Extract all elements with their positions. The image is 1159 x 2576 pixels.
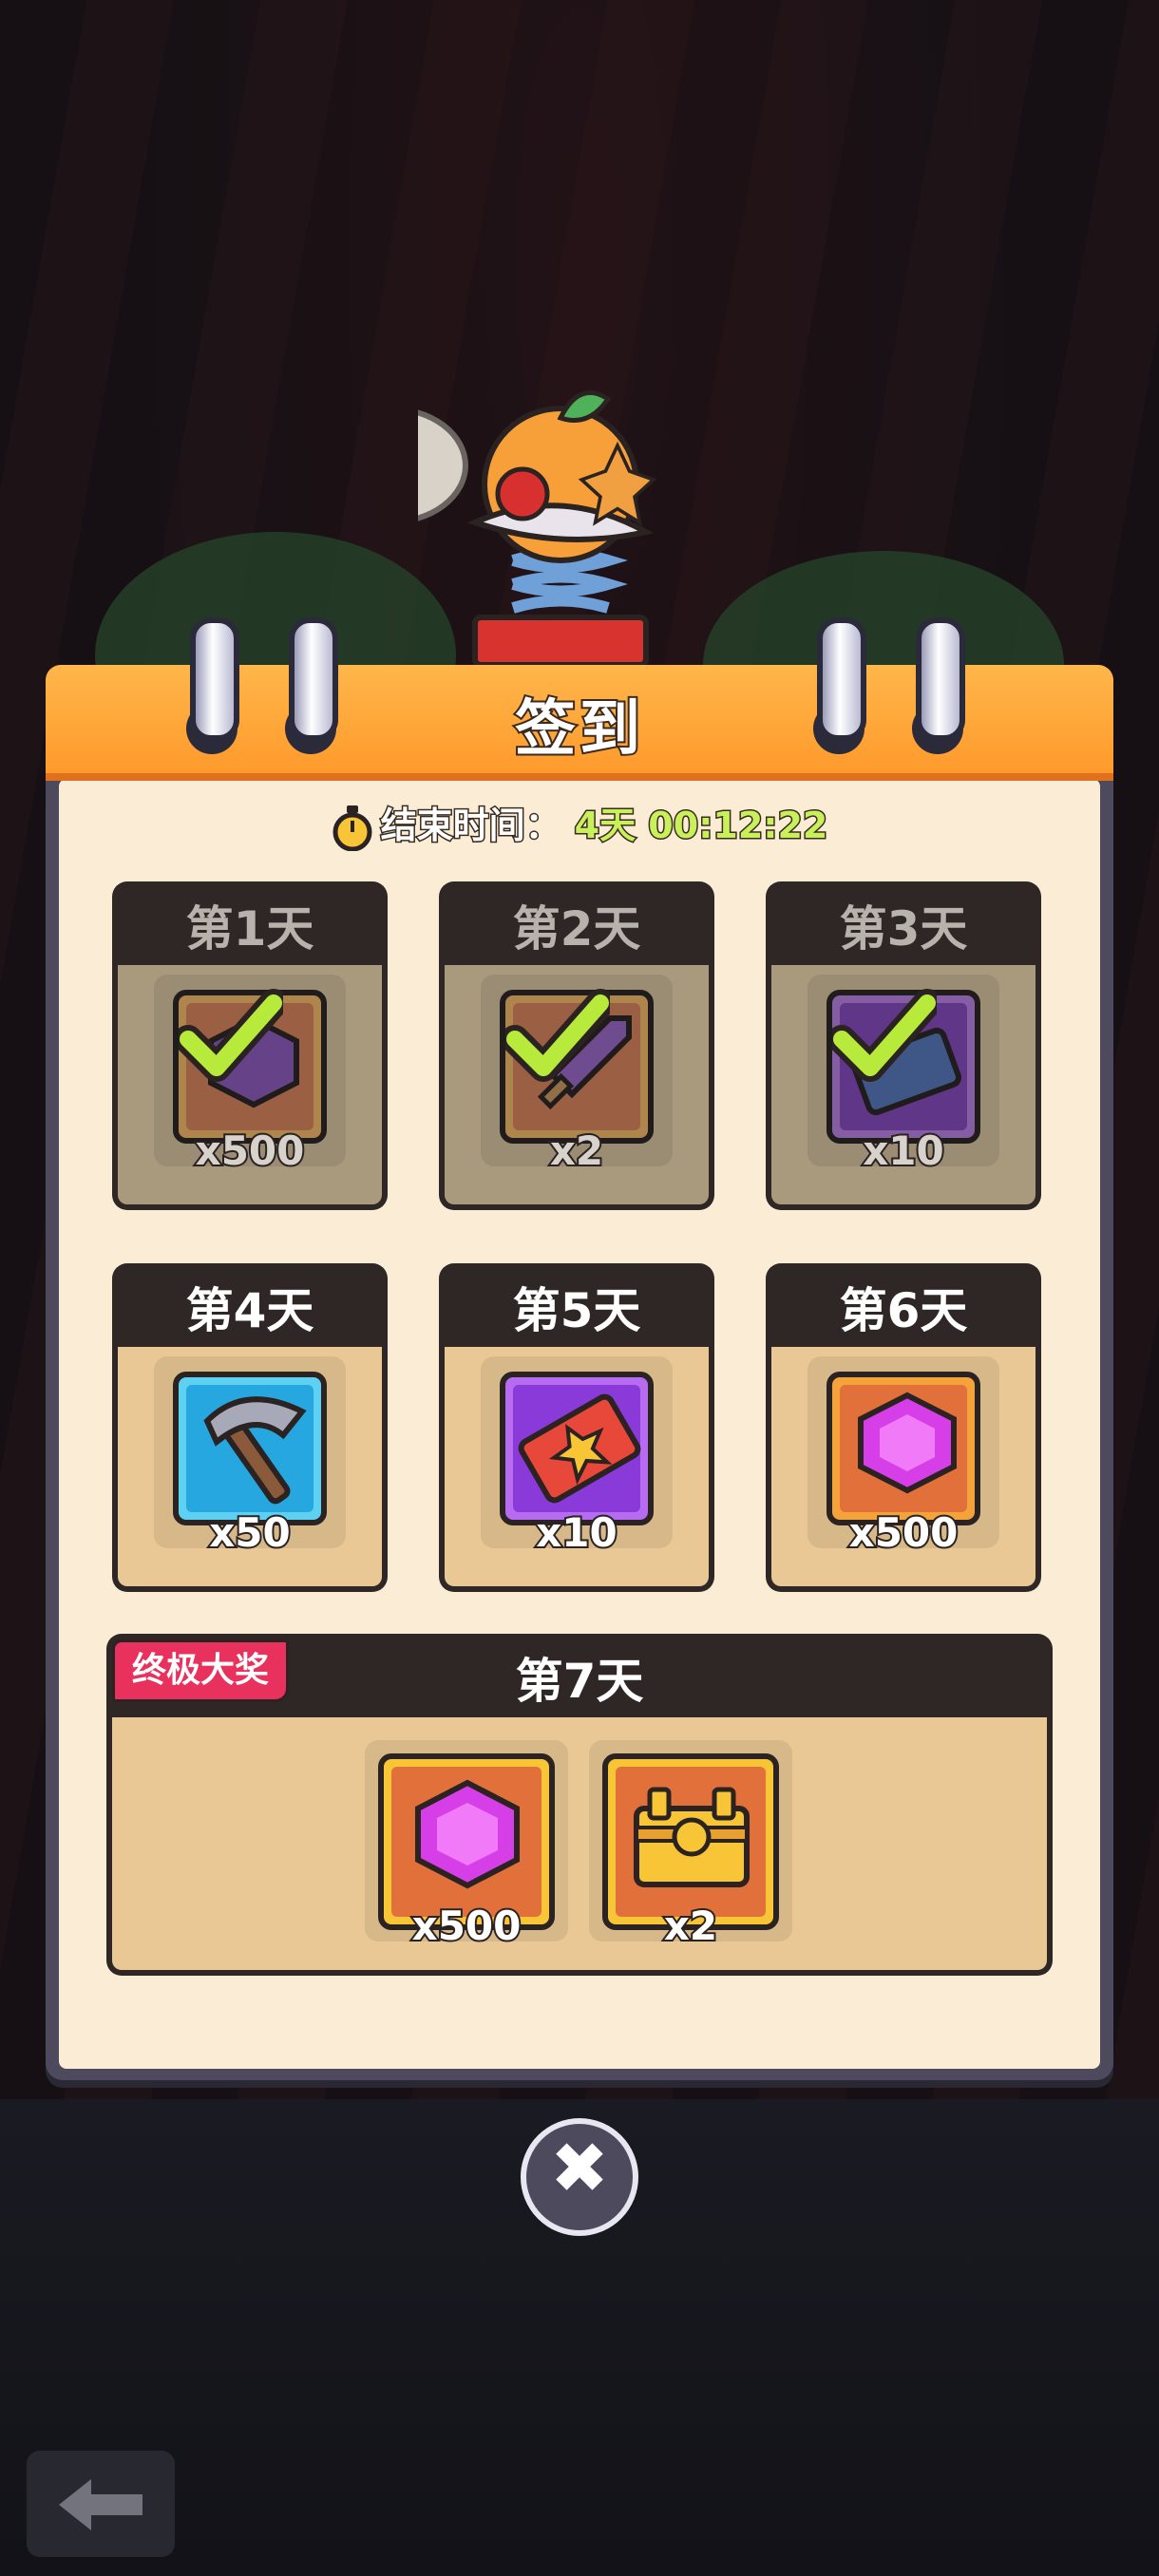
reward-quantity: x500	[194, 1126, 307, 1176]
binder-ring	[817, 617, 866, 741]
hammer-icon	[203, 1396, 307, 1505]
day-card-3[interactable]: 第3天 x10	[766, 881, 1041, 1210]
reward-quantity: x10	[534, 1507, 619, 1558]
day-card-6[interactable]: 第6天 x500	[766, 1263, 1041, 1592]
timer-value: 4天 00:12:22	[573, 804, 829, 848]
reward-quantity: x10	[861, 1126, 946, 1176]
day-title: 第4天	[185, 1283, 314, 1338]
reward-quantity: x50	[207, 1507, 293, 1558]
star-ticket-icon	[518, 1393, 641, 1504]
treasure-chest-icon	[634, 1787, 750, 1887]
day-card-2[interactable]: 第2天 x2	[439, 881, 714, 1210]
day-title: 第5天	[512, 1283, 641, 1338]
purple-gem-icon	[858, 1392, 957, 1494]
close-icon: ✖	[549, 2128, 609, 2209]
reward-slot: x2	[589, 1740, 792, 1951]
grand-prize-card[interactable]: 第7天 终极大奖 x500 x2	[106, 1634, 1053, 1976]
grand-prize-badge: 终极大奖	[112, 1639, 290, 1702]
event-timer: 结束时间： 4天 00:12:22	[0, 796, 1159, 851]
back-arrow-icon	[59, 2479, 142, 2530]
reward-slot: x500	[365, 1740, 568, 1951]
back-button[interactable]	[27, 2451, 175, 2557]
day-title: 第3天	[839, 901, 968, 957]
reward-quantity: x500	[410, 1901, 523, 1951]
checkmark-icon	[179, 989, 283, 1082]
binder-ring	[190, 617, 239, 741]
checkmark-icon	[832, 989, 937, 1082]
day-title: 第2天	[512, 901, 641, 957]
timer-label: 结束时间：	[379, 804, 562, 848]
close-button[interactable]: ✖	[521, 2118, 638, 2236]
day-card-4[interactable]: 第4天 x50	[112, 1263, 388, 1592]
day-title: 第6天	[839, 1283, 968, 1338]
stopwatch-icon	[332, 805, 372, 851]
checkmark-icon	[505, 989, 610, 1082]
reward-quantity: x2	[662, 1901, 719, 1951]
day-card-5[interactable]: 第5天 x10	[439, 1263, 714, 1592]
day-title: 第1天	[185, 901, 314, 957]
purple-gem-icon	[415, 1779, 520, 1889]
reward-quantity: x2	[548, 1126, 605, 1176]
day-card-1[interactable]: 第1天 x500	[112, 881, 388, 1210]
reward-quantity: x500	[847, 1507, 960, 1558]
clown-mascot	[418, 389, 657, 665]
binder-ring	[916, 617, 965, 741]
binder-ring	[289, 617, 338, 741]
